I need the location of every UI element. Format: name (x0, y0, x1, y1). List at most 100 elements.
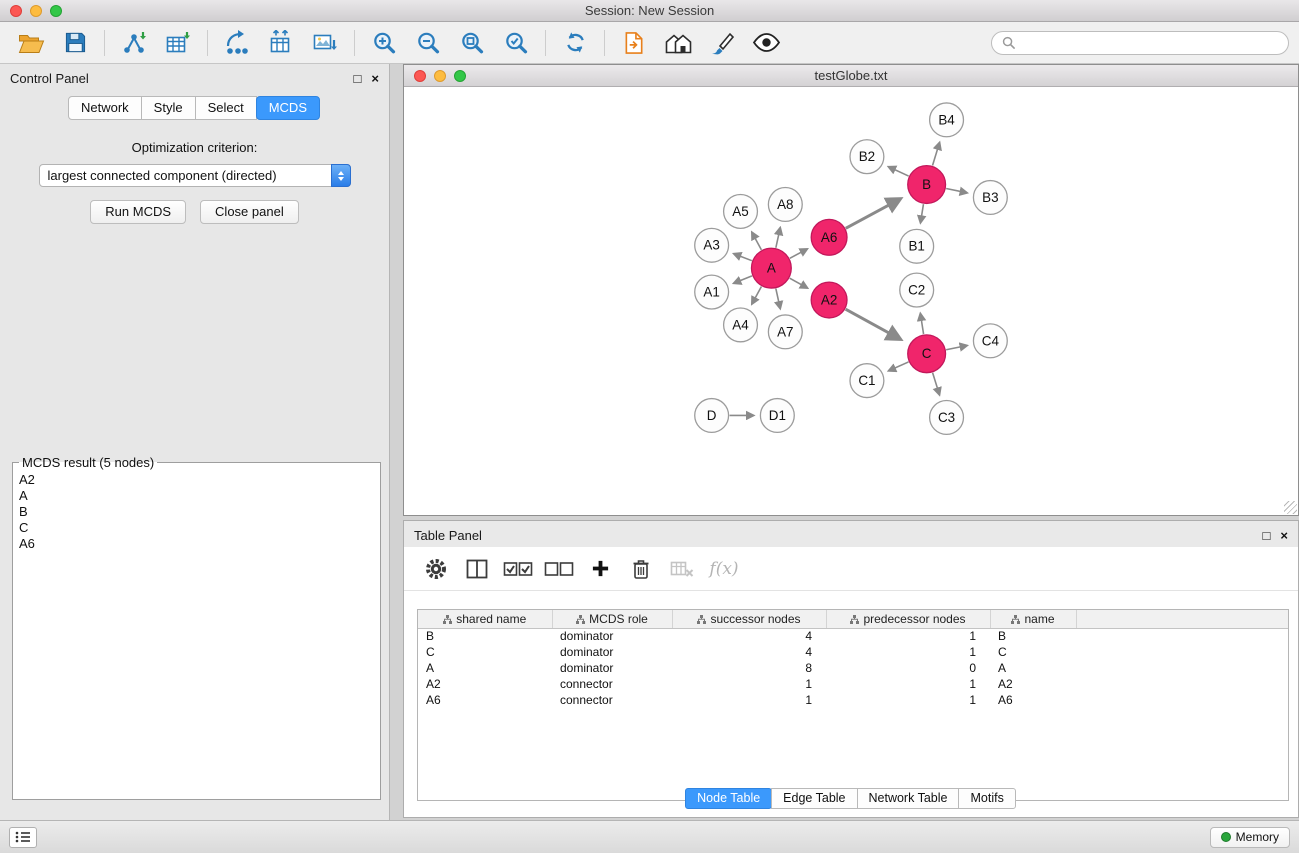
column-header-predecessor-nodes[interactable]: predecessor nodes (826, 610, 990, 628)
open-network-file-button[interactable] (613, 25, 655, 61)
graph-edge-A-A5[interactable] (752, 232, 762, 250)
graph-edge-A-A7[interactable] (776, 289, 780, 309)
tab-motifs[interactable]: Motifs (958, 788, 1015, 809)
graph-edge-B-B3[interactable] (946, 189, 967, 193)
graph-node-A2[interactable]: A2 (811, 282, 847, 318)
network-minimize-button[interactable] (434, 70, 446, 82)
graph-edge-C-C2[interactable] (920, 313, 923, 334)
graph-edge-A6-B[interactable] (846, 199, 901, 229)
table-settings-button[interactable] (420, 554, 452, 584)
deselect-all-columns-button[interactable] (543, 554, 575, 584)
result-item-c[interactable]: C (13, 520, 380, 536)
result-item-a6[interactable]: A6 (13, 536, 380, 552)
tab-edge-table[interactable]: Edge Table (771, 788, 857, 809)
close-table-panel-icon[interactable]: × (1280, 529, 1288, 542)
graph-node-B1[interactable]: B1 (900, 229, 934, 263)
tab-select[interactable]: Select (195, 96, 257, 120)
graph-edge-A-A1[interactable] (734, 276, 752, 283)
zoom-selected-button[interactable] (495, 25, 537, 61)
result-item-a2[interactable]: A2 (13, 472, 380, 488)
graph-edge-A-A4[interactable] (752, 286, 762, 304)
graph-node-A5[interactable]: A5 (724, 195, 758, 229)
minimize-window-button[interactable] (30, 5, 42, 17)
float-table-panel-icon[interactable]: □ (1263, 529, 1271, 542)
graph-node-C4[interactable]: C4 (973, 324, 1007, 358)
table-row-a[interactable]: Adominator80A (418, 660, 1288, 676)
graph-node-A7[interactable]: A7 (768, 315, 802, 349)
graph-node-C3[interactable]: C3 (930, 401, 964, 435)
network-canvas[interactable]: B4B2BB3A5A8A6B1A3AC2A1A2A4A7C4CC1C3DD1 (404, 88, 1298, 515)
graph-node-A[interactable]: A (751, 248, 791, 288)
column-header-mcds-role[interactable]: MCDS role (552, 610, 672, 628)
graph-node-B4[interactable]: B4 (930, 103, 964, 137)
graph-edge-A-A2[interactable] (790, 278, 808, 288)
graph-node-A8[interactable]: A8 (768, 188, 802, 222)
graph-edge-A-A8[interactable] (776, 228, 780, 248)
graph-node-D[interactable]: D (695, 399, 729, 433)
home-view-button[interactable] (657, 25, 699, 61)
network-graph[interactable]: B4B2BB3A5A8A6B1A3AC2A1A2A4A7C4CC1C3DD1 (404, 88, 1298, 515)
graph-edge-A-A3[interactable] (734, 254, 752, 261)
import-table-from-file-button[interactable] (157, 25, 199, 61)
graph-edge-C-C3[interactable] (933, 373, 940, 395)
tab-network[interactable]: Network (68, 96, 142, 120)
graph-node-C1[interactable]: C1 (850, 364, 884, 398)
zoom-window-button[interactable] (50, 5, 62, 17)
result-item-b[interactable]: B (13, 504, 380, 520)
network-view-titlebar[interactable]: testGlobe.txt (404, 65, 1298, 87)
graph-node-C[interactable]: C (908, 335, 946, 373)
select-all-columns-button[interactable] (502, 554, 534, 584)
add-column-button[interactable] (584, 554, 616, 584)
close-panel-button[interactable]: Close panel (200, 200, 299, 224)
search-input[interactable] (1021, 35, 1278, 50)
save-session-button[interactable] (54, 25, 96, 61)
graph-edge-B-B4[interactable] (933, 142, 940, 165)
close-window-button[interactable] (10, 5, 22, 17)
tab-network-table[interactable]: Network Table (857, 788, 960, 809)
task-history-button[interactable] (9, 827, 37, 848)
float-panel-icon[interactable]: □ (354, 72, 362, 85)
result-item-a[interactable]: A (13, 488, 380, 504)
graph-node-B[interactable]: B (908, 166, 946, 204)
graph-node-A6[interactable]: A6 (811, 219, 847, 255)
graph-edge-C-C1[interactable] (889, 362, 909, 371)
import-network-from-file-button[interactable] (113, 25, 155, 61)
graph-edge-A-A6[interactable] (790, 249, 808, 258)
refresh-view-button[interactable] (554, 25, 596, 61)
graph-edge-B-B2[interactable] (888, 167, 908, 176)
graph-node-A1[interactable]: A1 (695, 275, 729, 309)
tab-mcds[interactable]: MCDS (256, 96, 320, 120)
table-row-a2[interactable]: A2connector11A2 (418, 676, 1288, 692)
graph-edge-B-B1[interactable] (920, 204, 923, 223)
graph-node-A3[interactable]: A3 (695, 228, 729, 262)
table-row-c[interactable]: Cdominator41C (418, 644, 1288, 660)
graph-edge-A2-C[interactable] (846, 309, 901, 339)
graph-node-C2[interactable]: C2 (900, 273, 934, 307)
run-mcds-button[interactable]: Run MCDS (90, 200, 186, 224)
new-network-button[interactable] (216, 25, 258, 61)
close-panel-icon[interactable]: × (371, 72, 379, 85)
network-close-button[interactable] (414, 70, 426, 82)
graph-node-A4[interactable]: A4 (724, 308, 758, 342)
apply-style-button[interactable] (701, 25, 743, 61)
tab-style[interactable]: Style (141, 96, 196, 120)
memory-button[interactable]: Memory (1210, 827, 1290, 848)
table-row-b[interactable]: Bdominator41B (418, 628, 1288, 644)
zoom-out-button[interactable] (407, 25, 449, 61)
resize-grip[interactable] (1284, 501, 1297, 514)
export-image-button[interactable] (304, 25, 346, 61)
graph-edge-C-C4[interactable] (946, 345, 967, 349)
column-header-successor-nodes[interactable]: successor nodes (672, 610, 826, 628)
zoom-in-button[interactable] (363, 25, 405, 61)
graph-node-B3[interactable]: B3 (973, 181, 1007, 215)
optimization-criterion-select[interactable]: largest connected component (directed) (39, 164, 351, 187)
column-header-name[interactable]: name (990, 610, 1076, 628)
open-session-button[interactable] (10, 25, 52, 61)
graph-node-B2[interactable]: B2 (850, 140, 884, 174)
tab-node-table[interactable]: Node Table (685, 788, 772, 809)
search-box[interactable] (991, 31, 1289, 55)
function-builder-button[interactable]: f(x) (707, 554, 739, 584)
delete-table-button[interactable] (666, 554, 698, 584)
network-zoom-button[interactable] (454, 70, 466, 82)
show-graphics-details-button[interactable] (745, 25, 787, 61)
